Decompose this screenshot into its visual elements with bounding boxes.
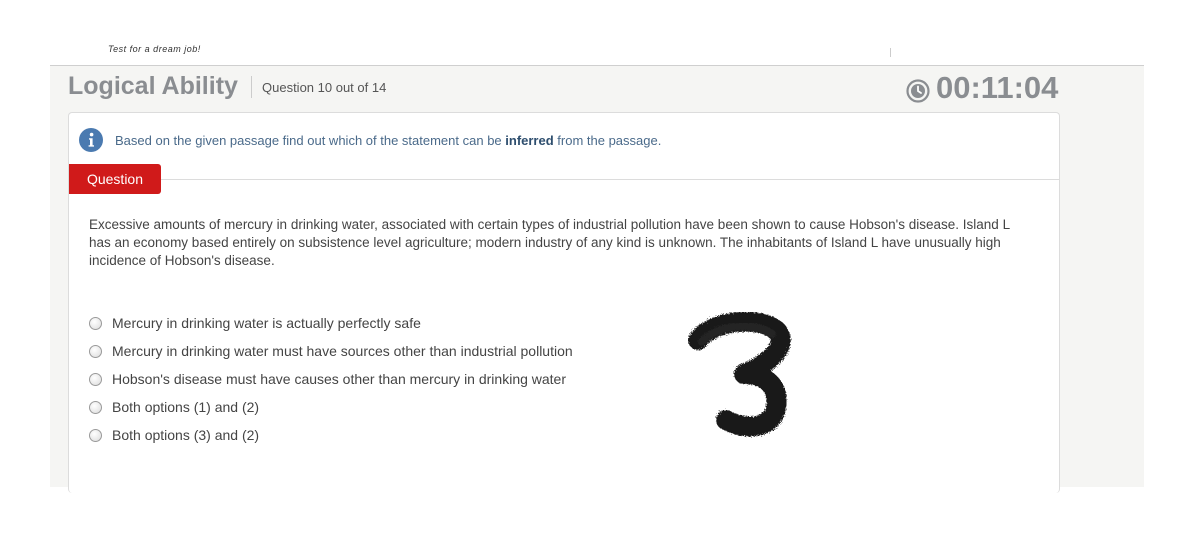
tab-divider (69, 179, 1059, 180)
instruction-emphasis: inferred (505, 132, 554, 148)
radio-button[interactable] (89, 372, 102, 386)
top-header: Test for a dream job! (50, 0, 1144, 66)
section-title: Logical Ability (68, 72, 238, 100)
answer-option-5[interactable]: Both options (3) and (2) (89, 421, 573, 449)
radio-button[interactable] (89, 316, 102, 330)
question-tab[interactable]: Question (69, 164, 161, 194)
question-card: Based on the given passage find out whic… (68, 112, 1060, 493)
radio-button[interactable] (89, 428, 102, 442)
option-label: Mercury in drinking water must have sour… (112, 343, 573, 359)
test-panel: Logical Ability Question 10 out of 14 00… (50, 66, 1144, 493)
instruction-suffix: from the passage. (553, 132, 662, 148)
question-passage: Excessive amounts of mercury in drinking… (89, 217, 1010, 268)
header-divider (890, 48, 891, 57)
handwritten-three-mark (688, 312, 791, 437)
instruction-prefix: Based on the given passage find out whic… (115, 132, 506, 148)
radio-button[interactable] (89, 400, 102, 414)
option-label: Both options (3) and (2) (112, 427, 260, 443)
answer-option-4[interactable]: Both options (1) and (2) (89, 393, 573, 421)
timer-value: 00:11:04 (936, 70, 1059, 105)
clock-icon (906, 78, 930, 103)
radio-button[interactable] (89, 344, 102, 358)
instruction-text: Based on the given passage find out whic… (115, 133, 661, 148)
option-label: Both options (1) and (2) (112, 399, 260, 415)
title-divider (251, 76, 252, 98)
answer-options: Mercury in drinking water is actually pe… (89, 309, 573, 449)
option-label: Mercury in drinking water is actually pe… (112, 315, 421, 331)
question-counter: Question 10 out of 14 (262, 80, 387, 95)
option-label: Hobson's disease must have causes other … (112, 371, 567, 387)
site-tagline: Test for a dream job! (108, 44, 201, 54)
answer-option-1[interactable]: Mercury in drinking water is actually pe… (89, 309, 573, 337)
instruction-row: Based on the given passage find out whic… (79, 128, 661, 152)
countdown-timer: 00:11:04 (906, 70, 1058, 106)
answer-option-2[interactable]: Mercury in drinking water must have sour… (89, 337, 573, 365)
info-icon (79, 128, 103, 152)
answer-option-3[interactable]: Hobson's disease must have causes other … (89, 365, 573, 393)
